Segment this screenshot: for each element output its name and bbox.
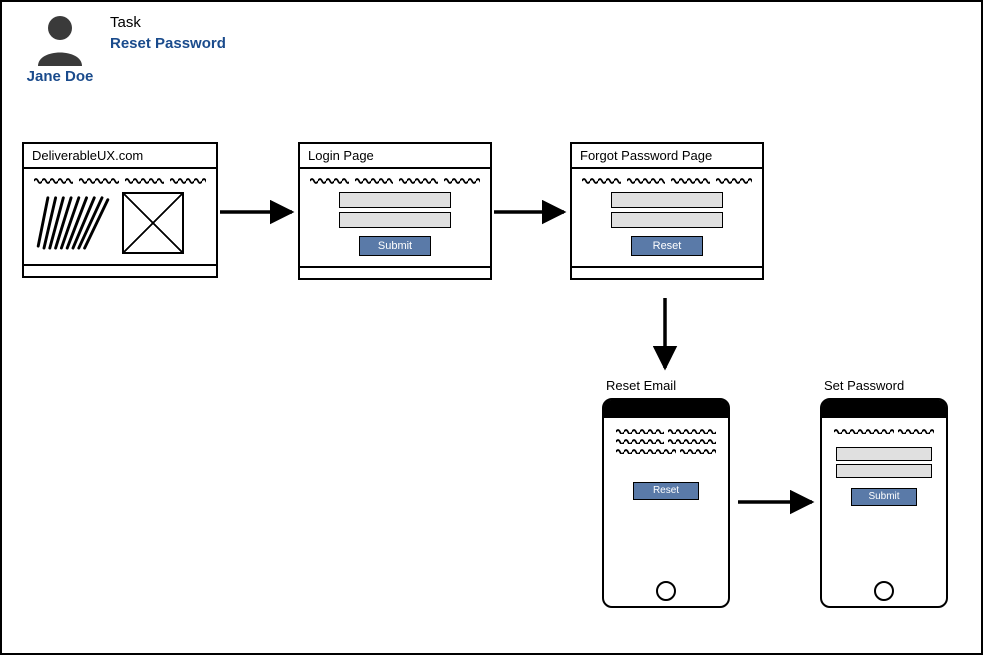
input-placeholder — [611, 212, 723, 228]
persona-name: Jane Doe — [24, 68, 96, 85]
button-setpwd-submit: Submit — [851, 488, 917, 506]
titlebar-forgot: Forgot Password Page — [572, 144, 762, 169]
task-value: Reset Password — [110, 35, 226, 52]
wireframe-home: DeliverableUX.com — [22, 142, 218, 278]
button-forgot-reset: Reset — [631, 236, 703, 256]
home-button-icon — [656, 581, 676, 601]
text-squiggle — [616, 438, 716, 444]
text-squiggle — [616, 428, 716, 434]
wireframe-forgot: Forgot Password Page Reset — [570, 142, 764, 280]
input-placeholder — [611, 192, 723, 208]
text-squiggle — [34, 177, 206, 184]
task-label: Task — [110, 14, 226, 31]
input-placeholder — [339, 192, 451, 208]
diagram-canvas: Jane Doe Task Reset Password Deliverable… — [0, 0, 983, 655]
phone-topbar — [822, 400, 946, 418]
input-placeholder — [836, 447, 932, 461]
footer-bar — [300, 266, 490, 278]
task-block: Task Reset Password — [110, 14, 226, 52]
user-icon — [24, 12, 96, 66]
wireframe-phone-email: Reset Email Reset — [602, 398, 730, 608]
footer-bar — [572, 266, 762, 278]
text-squiggle — [834, 428, 934, 434]
home-button-icon — [874, 581, 894, 601]
phone-topbar — [604, 400, 728, 418]
button-email-reset: Reset — [633, 482, 699, 500]
text-squiggle — [310, 177, 480, 184]
wireframe-login: Login Page Submit — [298, 142, 492, 280]
titlebar-home: DeliverableUX.com — [24, 144, 216, 169]
phone-title-setpwd: Set Password — [824, 378, 904, 393]
scribble-image-icon — [34, 192, 112, 250]
footer-bar — [24, 264, 216, 276]
text-squiggle — [582, 177, 752, 184]
image-placeholder-icon — [122, 192, 184, 254]
input-placeholder — [339, 212, 451, 228]
titlebar-login: Login Page — [300, 144, 490, 169]
phone-title-email: Reset Email — [606, 378, 676, 393]
text-squiggle — [616, 448, 716, 454]
button-login-submit: Submit — [359, 236, 431, 256]
wireframe-phone-setpwd: Set Password Submit — [820, 398, 948, 608]
input-placeholder — [836, 464, 932, 478]
